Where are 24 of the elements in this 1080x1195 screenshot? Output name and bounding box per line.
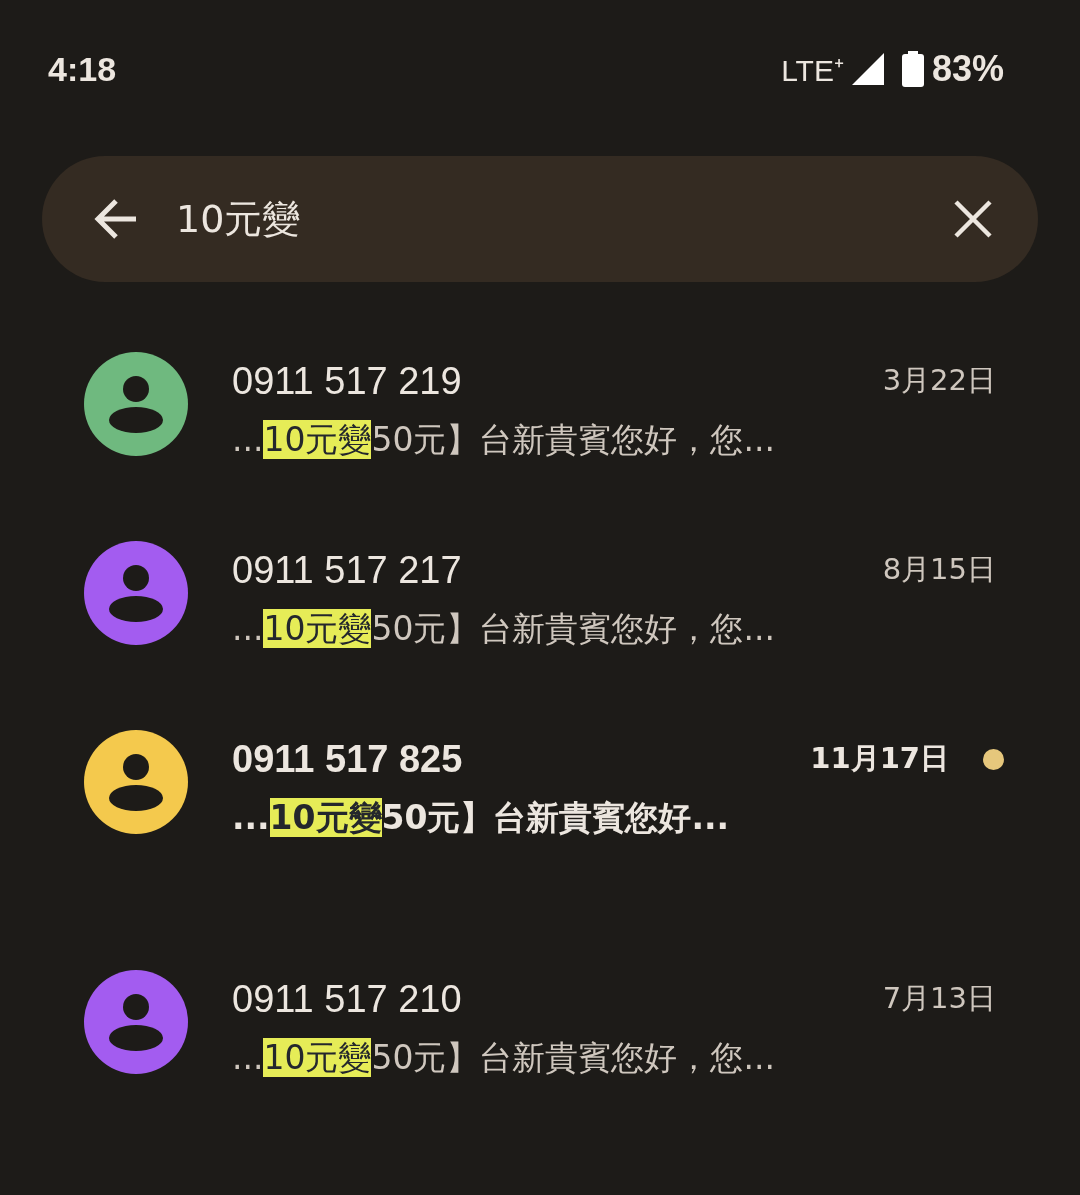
contact-number[interactable]: 0911 517 217 (232, 548, 462, 592)
message-date: 3月22日 (882, 362, 996, 399)
network-type: LTE⁺ (781, 52, 844, 89)
message-date: 8月15日 (882, 551, 996, 588)
contact-number[interactable]: 0911 517 825 (232, 737, 463, 781)
back-arrow-icon[interactable] (94, 199, 138, 239)
battery-percentage: 83% (931, 48, 1004, 90)
battery-icon (901, 51, 924, 87)
message-date: 11月17日 (810, 740, 949, 777)
clock-time: 4:18 (48, 49, 117, 89)
contact-avatar[interactable] (84, 352, 188, 456)
message-date: 7月13日 (882, 980, 996, 1017)
unread-dot (983, 748, 1004, 770)
search-query: 10元變 (176, 195, 302, 243)
contact-number[interactable]: 0911 517 219 (232, 359, 462, 403)
search-field[interactable]: 10元變 (42, 156, 1038, 282)
message-snippet: ...10元變50元】台新貴賓您好，您... (232, 608, 776, 650)
message-snippet: ...10元變50元】台新貴賓您好，您... (232, 419, 776, 461)
contact-number[interactable]: 0911 517 210 (232, 977, 462, 1021)
close-icon[interactable] (954, 200, 992, 238)
message-snippet: ...10元變50元】台新貴賓您好，您... (232, 1037, 776, 1079)
message-snippet: ...10元變50元】台新貴賓您好... (232, 797, 731, 839)
signal-icon (851, 53, 884, 85)
contact-avatar[interactable] (84, 730, 188, 834)
